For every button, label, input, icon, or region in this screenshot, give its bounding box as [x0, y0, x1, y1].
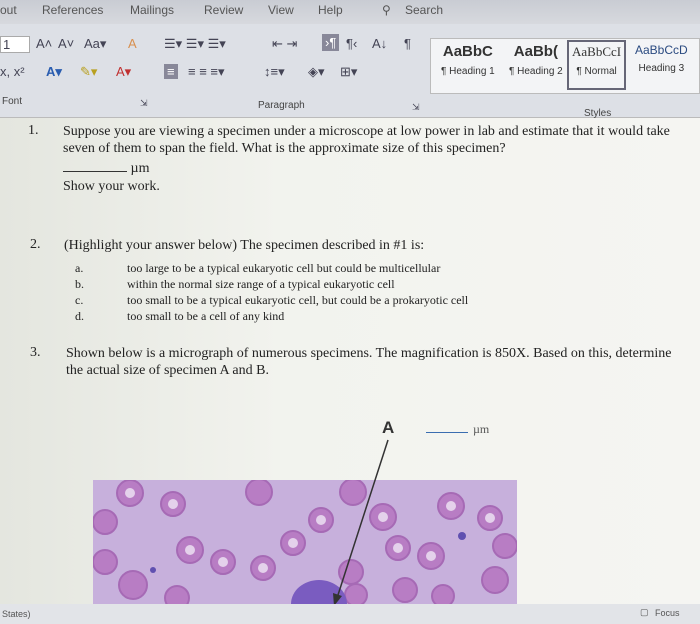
answer-a-line[interactable]	[426, 432, 468, 433]
style-heading-1[interactable]: AaBbC ¶ Heading 1	[441, 43, 495, 77]
change-case-icon[interactable]: Aa▾	[84, 36, 106, 52]
line-spacing-icon[interactable]: ↕≡▾	[264, 64, 285, 80]
q1-answer-line[interactable]: µm	[63, 160, 149, 177]
option-c-letter: c.	[75, 293, 84, 307]
font-color-icon[interactable]: A▾	[116, 64, 131, 80]
tab-review[interactable]: Review	[204, 3, 243, 17]
search-box[interactable]: Search	[405, 3, 443, 17]
ltr-icon[interactable]: ›¶	[322, 34, 340, 51]
shrink-font-icon[interactable]: A˅	[58, 36, 74, 51]
align-left-icon[interactable]: ≡	[164, 64, 178, 79]
paragraph-group-label: Paragraph	[258, 100, 305, 111]
style-heading-2[interactable]: AaBb(¶ Heading 2	[509, 43, 563, 77]
search-icon[interactable]: ⚲	[382, 3, 391, 17]
grow-font-icon[interactable]: A˄	[36, 36, 52, 51]
document-page[interactable]: 1. Suppose you are viewing a specimen un…	[0, 118, 700, 606]
font-group-label: Font	[2, 96, 23, 107]
show-marks-icon[interactable]: ¶	[404, 36, 411, 51]
q3-number: 3.	[30, 345, 41, 360]
q2-text: (Highlight your answer below) The specim…	[64, 238, 425, 253]
q3-text: Shown below is a micrograph of numerous …	[66, 346, 672, 378]
tab-layout[interactable]: out	[0, 3, 17, 17]
language-status[interactable]: States)	[2, 609, 31, 619]
status-bar: States) ▢ Focus	[0, 604, 700, 624]
q1-number: 1.	[28, 123, 39, 138]
ribbon: 1 A˄ A˅ Aa▾ A x, x² A▾ ✎▾ A▾ Font ⇲ ☰▾ ☰…	[0, 24, 700, 119]
paragraph-dialog-launcher-icon[interactable]: ⇲	[412, 102, 420, 113]
align-center-icon[interactable]: ≡ ≡ ≡▾	[188, 64, 225, 80]
sort-icon[interactable]: A↓	[372, 36, 387, 51]
option-a-letter: a.	[75, 261, 84, 275]
shading-icon[interactable]: ◈▾	[308, 64, 325, 80]
text-effects-icon[interactable]: A▾	[46, 64, 62, 80]
tab-help[interactable]: Help	[318, 3, 343, 17]
subscript-icon[interactable]: x, x²	[0, 64, 25, 79]
focus-icon[interactable]: ▢	[640, 607, 649, 618]
focus-button[interactable]: Focus	[655, 608, 680, 618]
tab-view[interactable]: View	[268, 3, 294, 17]
micrograph-image	[93, 480, 517, 604]
ribbon-tabs: out References Mailings Review View Help…	[0, 0, 700, 24]
tab-mailings[interactable]: Mailings	[130, 3, 174, 17]
indent-icon[interactable]: ⇤ ⇥	[272, 36, 297, 52]
bullets-icon[interactable]: ☰▾ ☰▾ ☰▾	[164, 36, 226, 52]
option-d[interactable]: too small to be a cell of any kind	[127, 308, 284, 324]
style-normal[interactable]: AaBbCcI ¶ Normal	[567, 40, 627, 90]
q2-number: 2.	[30, 237, 41, 252]
styles-gallery: AaBbC ¶ Heading 1 AaBb(¶ Heading 2 AaBbCc…	[430, 38, 700, 94]
option-b-letter: b.	[75, 277, 84, 291]
font-size-select[interactable]: 1	[0, 36, 30, 53]
borders-icon[interactable]: ⊞▾	[340, 64, 357, 80]
font-dialog-launcher-icon[interactable]: ⇲	[140, 98, 148, 109]
option-c[interactable]: too small to be a typical eukaryotic cel…	[127, 292, 468, 308]
option-d-letter: d.	[75, 309, 84, 323]
unit-a: µm	[473, 422, 490, 436]
clear-formatting-icon[interactable]: A	[128, 36, 137, 51]
q1-show-work: Show your work.	[63, 179, 160, 194]
highlight-icon[interactable]: ✎▾	[80, 64, 97, 80]
pointer-arrow-a	[333, 439, 389, 606]
option-a[interactable]: too large to be a typical eukaryotic cel…	[127, 260, 440, 276]
label-a: A	[382, 418, 395, 437]
tab-references[interactable]: References	[42, 3, 103, 17]
q1-text: Suppose you are viewing a specimen under…	[63, 124, 670, 156]
rtl-icon[interactable]: ¶‹	[346, 36, 357, 51]
style-heading-3[interactable]: AaBbCcD Heading 3	[635, 43, 688, 74]
option-b[interactable]: within the normal size range of a typica…	[127, 276, 395, 292]
